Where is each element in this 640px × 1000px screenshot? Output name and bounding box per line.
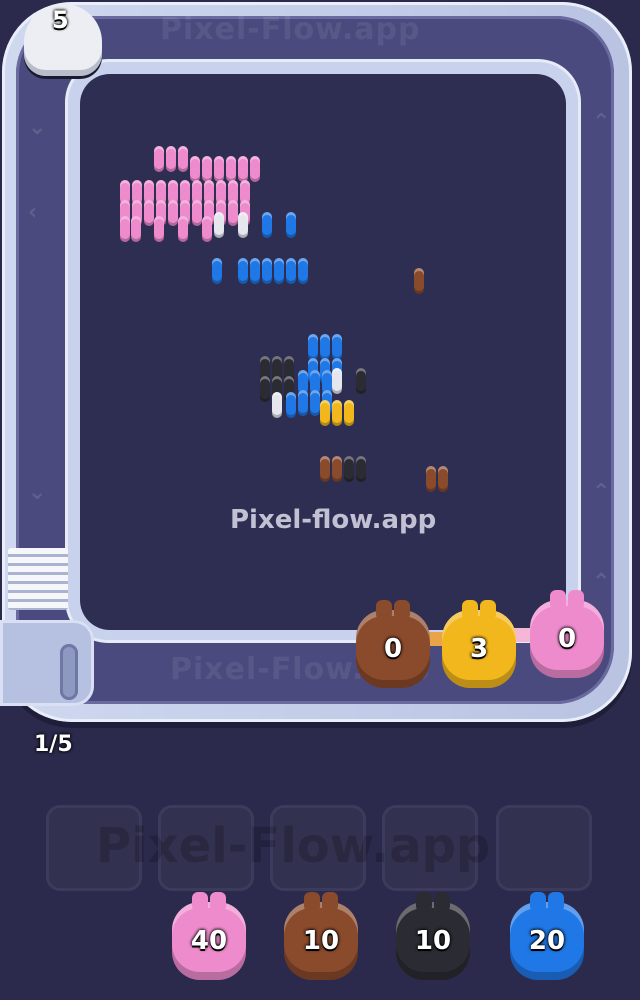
track-chevron-icon: ‹ [28,200,38,225]
pixel-block-black [260,376,270,402]
pixel-block-pink [120,216,130,242]
pixel-block-blue [274,258,284,284]
conveyor-pig[interactable]: 3 [442,600,516,688]
pixel-block-white [238,212,248,238]
pixel-block-white [214,212,224,238]
track-chevron-icon: ⌃ [592,480,611,505]
pixel-block-brown [332,456,342,482]
pixel-block-blue [262,212,272,238]
lives-counter: 5 [52,6,69,34]
pixel-block-blue [250,258,260,284]
conveyor-gate [0,620,94,706]
pixel-block-black [356,456,366,482]
pig-ammo-count: 10 [302,926,340,956]
pixel-block-pink [250,156,260,182]
track-watermark-top: Pixel-Flow.app [160,12,421,47]
conveyor-pig[interactable]: 0 [356,600,430,688]
pig-stack-indicator [8,548,68,610]
pixel-block-pink [131,216,141,242]
watermark: Pixel-flow.app [230,505,437,535]
pixel-block-pink [154,146,164,172]
pixel-block-pink [154,216,164,242]
pixel-block-brown [414,268,424,294]
pixel-block-black [344,456,354,482]
pixel-block-pink [192,200,202,226]
queue-pig[interactable]: 40 [172,892,246,980]
queue-pig[interactable]: 20 [510,892,584,980]
pixel-block-yellow [344,400,354,426]
pixel-block-brown [320,456,330,482]
pixel-block-blue [332,334,342,360]
pig-ammo-count: 3 [469,634,489,664]
pixel-block-blue [286,392,296,418]
pixel-block-pink [228,200,238,226]
conveyor-pig[interactable]: 0 [530,590,604,678]
pig-ammo-count: 10 [414,926,452,956]
queue-pig[interactable]: 10 [284,892,358,980]
pig-ammo-count: 0 [383,634,403,664]
bottom-watermark: Pixel-Flow.app [96,818,491,874]
pig-ammo-count: 40 [190,926,228,956]
pixel-block-blue [262,258,272,284]
track-chevron-icon: ⌃ [592,570,611,595]
pixel-block-white [272,392,282,418]
pixel-block-blue [298,258,308,284]
pixel-block-blue [238,258,248,284]
pixel-block-blue [212,258,222,284]
pixel-block-pink [238,156,248,182]
queue-pig[interactable]: 10 [396,892,470,980]
pixel-block-pink [202,216,212,242]
pixel-block-pink [166,146,176,172]
pixel-block-pink [214,156,224,182]
pixel-block-pink [190,156,200,182]
track-chevron-icon: ⌄ [28,115,47,140]
holding-slot[interactable] [496,805,592,891]
pixel-block-pink [168,200,178,226]
pixel-block-brown [426,466,436,492]
track-chevron-icon: ⌃ [592,110,611,135]
track-chevron-icon: ⌄ [28,480,47,505]
conveyor-progress: 1/5 [34,732,73,757]
pixel-block-blue [308,334,318,360]
pig-ammo-count: 0 [557,624,577,654]
pixel-block-black [356,368,366,394]
gate-slot [60,644,78,700]
pixel-block-pink [178,216,188,242]
pixel-block-white [332,368,342,394]
pixel-block-yellow [320,400,330,426]
pixel-block-blue [298,390,308,416]
pixel-block-brown [438,466,448,492]
pixel-block-pink [226,156,236,182]
pixel-block-pink [178,146,188,172]
pixel-block-pink [202,156,212,182]
pixel-block-blue [286,212,296,238]
pixel-block-blue [286,258,296,284]
pig-ammo-count: 20 [528,926,566,956]
pixel-block-blue [310,390,320,416]
pixel-block-pink [144,200,154,226]
pixel-block-yellow [332,400,342,426]
pixel-block-blue [320,334,330,360]
